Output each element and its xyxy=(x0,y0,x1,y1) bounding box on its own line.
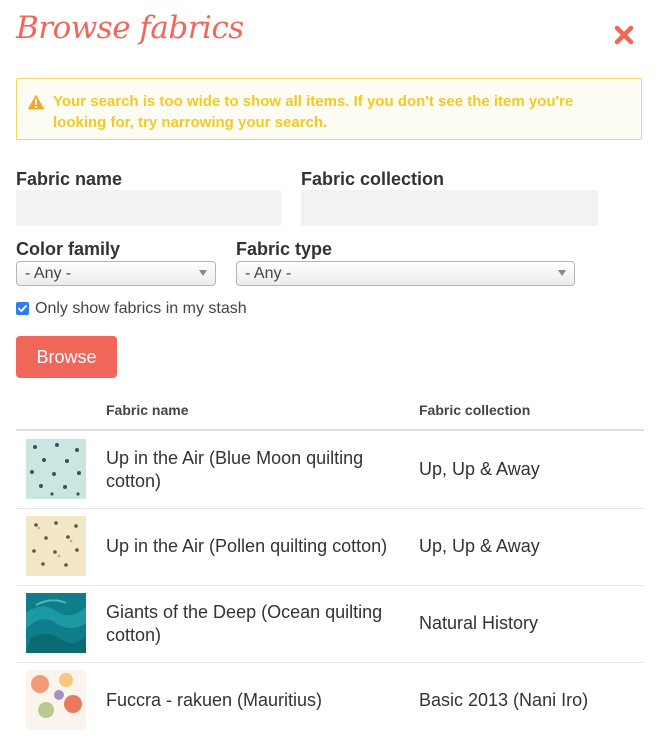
column-header-fabric-collection: Fabric collection xyxy=(419,402,531,418)
fabric-collection-cell: Basic 2013 (Nani Iro) xyxy=(419,690,589,710)
fabric-name-cell[interactable]: Up in the Air (Pollen quilting cotton) xyxy=(106,535,406,558)
stash-checkbox-label: Only show fabrics in my stash xyxy=(35,300,247,317)
fabric-collection-input[interactable] xyxy=(301,190,598,226)
color-family-label: Color family xyxy=(16,239,121,259)
fabric-name-input[interactable] xyxy=(16,190,281,226)
close-button[interactable] xyxy=(609,20,639,50)
chevron-down-icon xyxy=(199,270,207,276)
fabric-collection-cell: Up, Up & Away xyxy=(419,459,540,479)
table-row[interactable]: Fuccra - rakuen (Mauritius) Basic 2013 (… xyxy=(16,662,644,739)
table-row[interactable]: Up in the Air (Pollen quilting cotton) U… xyxy=(16,508,644,586)
fabric-name-cell[interactable]: Giants of the Deep (Ocean quilting cotto… xyxy=(106,601,406,647)
fabric-swatch xyxy=(26,516,86,576)
chevron-down-icon xyxy=(558,270,566,276)
fabric-type-select[interactable]: - Any - xyxy=(236,261,575,286)
fabric-name-cell[interactable]: Up in the Air (Blue Moon quilting cotton… xyxy=(106,447,406,493)
fabric-swatch xyxy=(26,670,86,730)
fabric-type-label: Fabric type xyxy=(236,239,333,259)
dialog-header: Browse fabrics xyxy=(16,6,645,56)
warning-triangle-icon xyxy=(27,94,45,110)
fabric-name-label: Fabric name xyxy=(16,169,123,189)
fabric-name-cell[interactable]: Fuccra - rakuen (Mauritius) xyxy=(106,689,406,712)
table-row[interactable]: Up in the Air (Blue Moon quilting cotton… xyxy=(16,431,644,509)
close-icon xyxy=(614,25,634,45)
browse-button[interactable]: Browse xyxy=(16,336,117,378)
column-header-fabric-name: Fabric name xyxy=(106,402,189,418)
fabric-swatch xyxy=(26,439,86,499)
warning-message: Your search is too wide to show all item… xyxy=(53,93,574,131)
fabric-collection-label: Fabric collection xyxy=(301,169,445,189)
fabric-collection-cell: Up, Up & Away xyxy=(419,536,540,556)
fabric-collection-cell: Natural History xyxy=(419,613,539,633)
warning-alert: Your search is too wide to show all item… xyxy=(16,78,642,140)
color-family-select[interactable]: - Any - xyxy=(16,261,216,286)
stash-checkbox[interactable] xyxy=(16,302,29,315)
dialog-title: Browse fabrics xyxy=(16,10,244,46)
table-row[interactable]: Giants of the Deep (Ocean quilting cotto… xyxy=(16,585,644,663)
color-family-value: - Any - xyxy=(25,265,72,282)
fabric-swatch xyxy=(26,593,86,653)
check-icon xyxy=(18,305,27,312)
fabric-type-value: - Any - xyxy=(245,265,292,282)
